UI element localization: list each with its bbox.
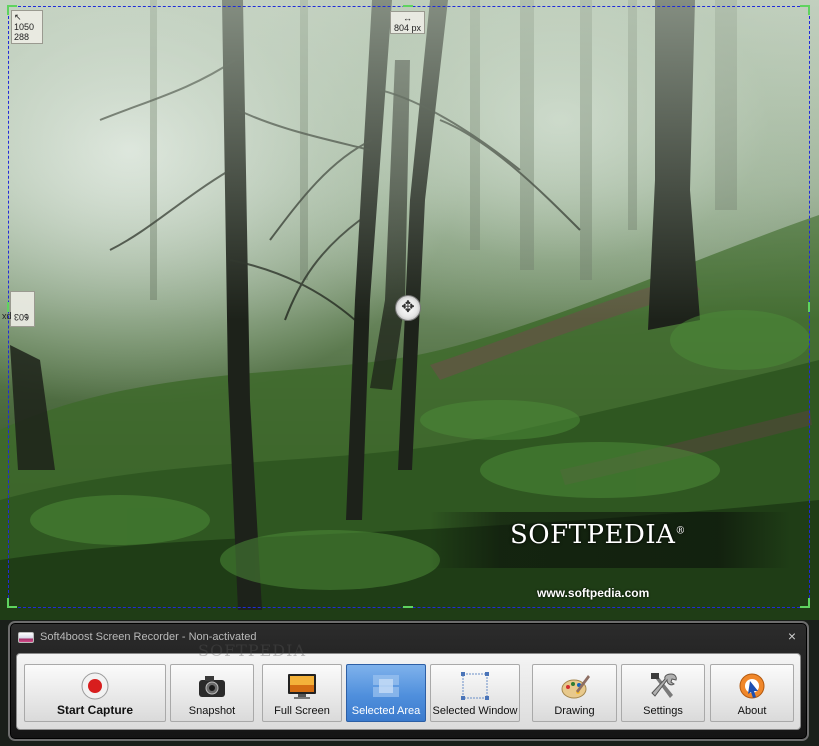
selection-handle-left[interactable] bbox=[7, 302, 9, 312]
about-button[interactable]: About bbox=[710, 664, 794, 722]
snapshot-button[interactable]: Snapshot bbox=[170, 664, 254, 722]
move-cursor-icon[interactable]: ✥ bbox=[395, 295, 421, 321]
selection-handle-bottom[interactable] bbox=[403, 606, 413, 608]
selection-handle-right[interactable] bbox=[808, 302, 810, 312]
start-capture-label: Start Capture bbox=[56, 703, 133, 717]
selected-area-button[interactable]: Selected Area bbox=[346, 664, 426, 722]
title-bar[interactable]: Soft4boost Screen Recorder - Non-activat… bbox=[18, 628, 800, 646]
selected-window-button[interactable]: Selected Window bbox=[430, 664, 520, 722]
horizontal-arrow-icon: ↔ bbox=[403, 13, 412, 23]
monitor-icon bbox=[288, 674, 316, 699]
resize-arrow-icon: ↖ bbox=[14, 12, 22, 22]
selection-origin-readout: ↖ 1050 288 bbox=[11, 10, 43, 44]
toolbar: Start Capture Snapshot Full Screen Selec… bbox=[16, 653, 801, 730]
area-icon bbox=[373, 675, 399, 697]
drawing-button[interactable]: Drawing bbox=[532, 664, 617, 722]
selection-handle-bottom-left[interactable] bbox=[7, 598, 17, 608]
close-button[interactable]: × bbox=[788, 628, 796, 644]
app-icon bbox=[18, 631, 34, 643]
origin-y-value: 288 bbox=[14, 32, 30, 42]
full-screen-label: Full Screen bbox=[274, 705, 330, 717]
selected-window-label: Selected Window bbox=[432, 705, 518, 717]
selection-handle-bottom-right[interactable] bbox=[800, 598, 810, 608]
palette-icon bbox=[561, 675, 590, 699]
full-screen-button[interactable]: Full Screen bbox=[262, 664, 342, 722]
width-value: 804 px bbox=[393, 23, 422, 33]
watermark-url: www.softpedia.com bbox=[537, 586, 650, 600]
height-value-text: 603 px bbox=[1, 312, 29, 322]
selection-height-readout: ↕ 603 px bbox=[2, 291, 35, 327]
selection-handle-top[interactable] bbox=[403, 5, 413, 7]
selected-area-label: Selected Area bbox=[351, 705, 421, 717]
drawing-label: Drawing bbox=[554, 705, 595, 717]
window-title: Soft4boost Screen Recorder - Non-activat… bbox=[40, 631, 257, 643]
snapshot-label: Snapshot bbox=[188, 705, 236, 717]
about-label: About bbox=[737, 705, 767, 717]
screen: SOFTPEDIA® www.softpedia.com ↖ 1050 288 … bbox=[0, 0, 819, 746]
settings-button[interactable]: Settings bbox=[621, 664, 705, 722]
tools-icon bbox=[651, 673, 677, 698]
camera-icon bbox=[199, 676, 225, 697]
selection-width-readout: ↔ 804 px bbox=[390, 11, 425, 34]
start-capture-button[interactable]: Start Capture bbox=[24, 664, 166, 722]
record-icon bbox=[81, 672, 109, 700]
window-icon bbox=[461, 672, 489, 700]
settings-label: Settings bbox=[643, 705, 683, 717]
recorder-window: Soft4boost Screen Recorder - Non-activat… bbox=[8, 621, 809, 741]
about-icon bbox=[739, 673, 765, 699]
selection-handle-top-right[interactable] bbox=[800, 5, 810, 15]
watermark-brand: SOFTPEDIA® bbox=[510, 520, 686, 550]
origin-x-value: 1050 bbox=[14, 22, 35, 32]
